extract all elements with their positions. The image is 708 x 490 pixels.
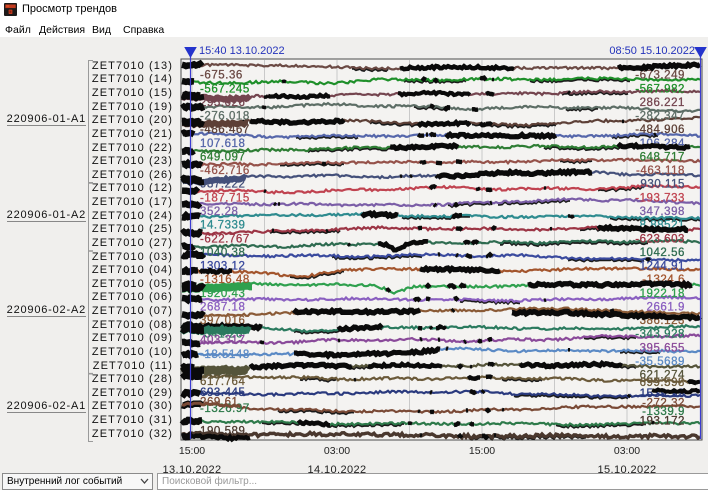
svg-text:-343.928: -343.928 [635, 329, 685, 341]
svg-text:347.398: 347.398 [640, 206, 685, 218]
svg-text:-675.36: -675.36 [200, 70, 243, 82]
svg-text:107.618: 107.618 [200, 138, 245, 150]
svg-text:352.28: 352.28 [200, 206, 238, 218]
svg-text:-622.767: -622.767 [200, 233, 250, 245]
svg-text:-567.245: -567.245 [200, 83, 250, 95]
svg-text:648.717: 648.717 [640, 152, 685, 164]
svg-text:193.172: 193.172 [640, 416, 685, 428]
svg-text:14.7339: 14.7339 [200, 220, 245, 232]
svg-text:403.317: 403.317 [200, 334, 245, 346]
svg-text:2661.9: 2661.9 [647, 301, 685, 313]
svg-text:-462.716: -462.716 [200, 165, 250, 177]
svg-text:-463.118: -463.118 [636, 165, 685, 177]
svg-text:-623.603: -623.603 [635, 233, 685, 245]
svg-text:2687.18: 2687.18 [200, 301, 245, 313]
svg-text:395.655: 395.655 [640, 342, 685, 354]
svg-text:649.097: 649.097 [200, 152, 245, 164]
svg-text:1042.56: 1042.56 [640, 247, 685, 259]
svg-text:1922.18: 1922.18 [640, 288, 685, 300]
svg-text:1244.91: 1244.91 [640, 261, 685, 273]
svg-text:-484.906: -484.906 [635, 124, 685, 136]
svg-text:286.221: 286.221 [640, 97, 685, 109]
svg-text:-187.715: -187.715 [200, 192, 250, 204]
svg-text:-193.733: -193.733 [635, 192, 685, 204]
svg-text:-35.5689: -35.5689 [635, 356, 685, 368]
svg-text:930.115: 930.115 [640, 179, 685, 191]
svg-text:1040.38: 1040.38 [200, 247, 245, 259]
svg-text:-567.982: -567.982 [635, 83, 685, 95]
svg-text:-673.249: -673.249 [635, 70, 685, 82]
svg-text:-282.347: -282.347 [635, 111, 685, 123]
svg-text:-18.5148: -18.5148 [200, 349, 250, 361]
